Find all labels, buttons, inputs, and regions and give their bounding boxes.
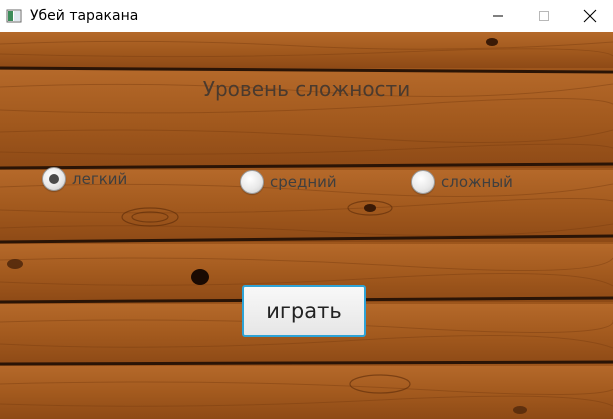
wood-background: Уровень сложности легкий средний сложный… — [0, 32, 613, 419]
maximize-button[interactable] — [521, 0, 567, 32]
radio-easy-label: легкий — [72, 170, 128, 188]
difficulty-heading: Уровень сложности — [202, 77, 411, 101]
radio-easy-circle[interactable] — [42, 167, 66, 191]
title-bar: Убей таракана — [0, 0, 613, 32]
radio-selected-dot — [49, 174, 59, 184]
radio-medium[interactable]: средний — [240, 170, 337, 194]
radio-hard-label: сложный — [441, 173, 513, 191]
close-icon — [583, 9, 597, 23]
radio-medium-label: средний — [270, 173, 337, 191]
close-button[interactable] — [567, 0, 613, 32]
radio-hard[interactable]: сложный — [411, 170, 513, 194]
radio-hard-circle[interactable] — [411, 170, 435, 194]
java-app-icon — [6, 8, 22, 24]
radio-medium-circle[interactable] — [240, 170, 264, 194]
play-button[interactable]: играть — [242, 285, 366, 337]
minimize-icon — [493, 15, 503, 17]
minimize-button[interactable] — [475, 0, 521, 32]
window-title: Убей таракана — [30, 8, 139, 24]
window-controls — [475, 0, 613, 32]
radio-easy[interactable]: легкий — [42, 167, 127, 191]
maximize-icon — [539, 11, 549, 21]
app-window: Убей таракана Уровень сложности легкий с… — [0, 0, 613, 419]
